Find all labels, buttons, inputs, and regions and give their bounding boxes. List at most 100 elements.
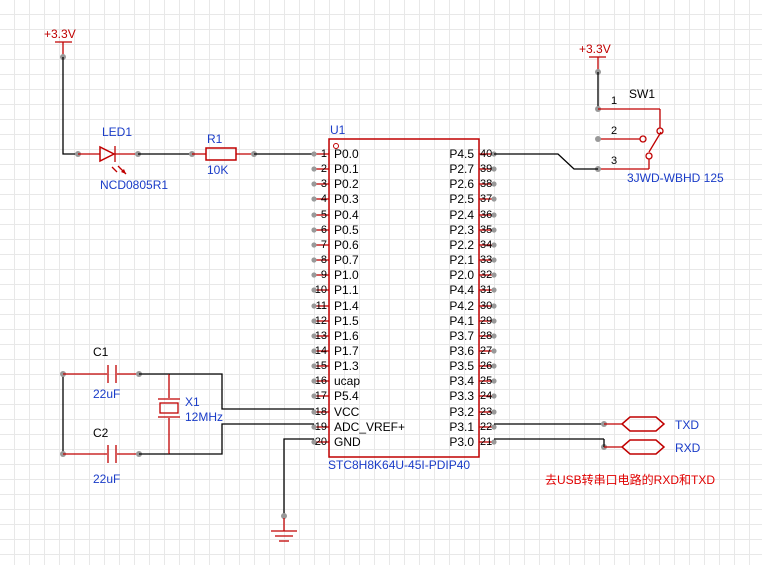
mcu-pin-name: P2.1 xyxy=(449,253,474,267)
mcu-pin-name: P2.2 xyxy=(449,238,474,252)
mcu-pin-number: 25 xyxy=(480,375,492,387)
x1-value: 12MHz xyxy=(185,410,223,424)
mcu-pin-name: P3.5 xyxy=(449,359,474,373)
led-ref: LED1 xyxy=(102,125,132,139)
power-net-right[interactable]: +3.3V xyxy=(579,42,611,70)
mcu-pin-name: P3.7 xyxy=(449,329,474,343)
mcu-pin-name: GND xyxy=(334,435,361,449)
mcu-pin-number: 7 xyxy=(321,239,327,251)
mcu-pin-number: 24 xyxy=(480,390,492,402)
c1-value: 22uF xyxy=(93,387,120,401)
pin-point xyxy=(311,257,317,263)
schematic-canvas: +3.3V LED1 NCD0805R1 R1 10K U1 STC8H8K64… xyxy=(44,27,724,542)
switch-contact-icon xyxy=(645,152,653,160)
wire-vcc-led xyxy=(62,57,78,155)
mcu-pin-name: P4.4 xyxy=(449,283,474,297)
mcu-pin-number: 36 xyxy=(480,209,492,221)
mcu-pin-number: 18 xyxy=(315,406,327,418)
mcu-pin-name: P0.2 xyxy=(334,177,359,191)
mcu-pin-number: 31 xyxy=(480,284,492,296)
mcu-pin-name: P5.4 xyxy=(334,389,359,403)
txd-port[interactable]: TXD xyxy=(604,416,699,432)
mcu-pin-number: 5 xyxy=(321,209,327,221)
mcu-pin-number: 37 xyxy=(480,193,492,205)
mcu-pin-name: P4.2 xyxy=(449,299,474,313)
net-port-icon xyxy=(620,416,666,432)
mcu-pin-number: 10 xyxy=(315,284,327,296)
mcu-pin-name: P1.3 xyxy=(334,359,359,373)
power-net-left[interactable]: +3.3V xyxy=(44,27,76,55)
pin-point xyxy=(311,196,317,202)
x1-component[interactable]: X1 12MHz xyxy=(158,374,223,454)
mcu-pin-name: P3.3 xyxy=(449,389,474,403)
sw1-pin2-num: 2 xyxy=(611,125,617,137)
mcu-pin-name: P0.5 xyxy=(334,223,359,237)
mcu-pin-number: 20 xyxy=(315,436,327,448)
mcu-pin-number: 33 xyxy=(480,254,492,266)
mcu-pin-name: P4.5 xyxy=(449,147,474,161)
led-diode-icon xyxy=(99,145,116,163)
mcu-pin-name: P1.4 xyxy=(334,299,359,313)
mcu-pin-name: P2.3 xyxy=(449,223,474,237)
led-arrow2-icon xyxy=(111,166,118,173)
mcu-pin-number: 26 xyxy=(480,360,492,372)
pin-point xyxy=(311,151,317,157)
led1-component[interactable]: LED1 NCD0805R1 xyxy=(78,125,168,192)
sw1-value: 3JWD-WBHD 125 xyxy=(627,171,724,185)
net-port-icon xyxy=(620,439,666,455)
mcu-pin-number: 3 xyxy=(321,178,327,190)
power-label-left: +3.3V xyxy=(44,27,76,41)
c2-component[interactable]: C2 22uF xyxy=(63,426,139,486)
mcu-pin-number: 6 xyxy=(321,224,327,236)
r1-component[interactable]: R1 10K xyxy=(192,132,254,177)
mcu-pin-number: 28 xyxy=(480,330,492,342)
mcu-pin-number: 30 xyxy=(480,300,492,312)
r1-ref: R1 xyxy=(207,132,223,146)
mcu-pin-name: P1.7 xyxy=(334,344,359,358)
mcu-pin-group: 1 P0.0 2 P0.1 3 P0.2 4 P0.3 5 P0.4 6 P0.5 7 P0.6 8 P0.7… xyxy=(311,147,497,449)
mcu-pin-name: P0.1 xyxy=(334,162,359,176)
mcu-pin-name: P3.2 xyxy=(449,405,474,419)
mcu-pin-name: P4.1 xyxy=(449,314,474,328)
rxd-port[interactable]: RXD xyxy=(604,439,701,455)
mcu-pin-name: P2.4 xyxy=(449,208,474,222)
note-text: 去USB转串口电路的RXD和TXD xyxy=(545,472,715,487)
mcu-pin-name: P0.6 xyxy=(334,238,359,252)
mcu-pin-number: 2 xyxy=(321,163,327,175)
mcu-pin-name: P0.4 xyxy=(334,208,359,222)
rxd-label: RXD xyxy=(675,441,701,455)
mcu-pin-number: 40 xyxy=(480,148,492,160)
mcu-pin-name: P3.0 xyxy=(449,435,474,449)
mcu-pin-number: 17 xyxy=(315,390,327,402)
wire-gnd xyxy=(283,438,314,514)
mcu-pin-name: P0.0 xyxy=(334,147,359,161)
mcu-pin-name: P2.6 xyxy=(449,177,474,191)
c1-ref: C1 xyxy=(93,345,109,359)
mcu-pin-name: ucap xyxy=(334,374,360,388)
mcu-u1[interactable]: U1 STC8H8K64U-45I-PDIP40 1 P0.0 2 P0.1 3 P0.2… xyxy=(311,123,497,472)
mcu-part: STC8H8K64U-45I-PDIP40 xyxy=(328,458,470,472)
mcu-pin-number: 38 xyxy=(480,178,492,190)
mcu-pin-name: P1.0 xyxy=(334,268,359,282)
mcu-pin-number: 9 xyxy=(321,269,327,281)
sw1-pin3-num: 3 xyxy=(611,155,617,167)
pin-point xyxy=(311,166,317,172)
mcu-pin-number: 29 xyxy=(480,315,492,327)
led-value: NCD0805R1 xyxy=(100,178,168,192)
c1-component[interactable]: C1 22uF xyxy=(63,345,139,401)
r1-value: 10K xyxy=(207,163,228,177)
mcu-pin-name: P3.6 xyxy=(449,344,474,358)
mcu-pin-name: P3.4 xyxy=(449,374,474,388)
sw1-component[interactable]: 1 2 3 SW1 3JWD-WBHD 125 xyxy=(598,87,724,185)
mcu-pin-number: 27 xyxy=(480,345,492,357)
switch-contact-icon xyxy=(639,135,647,143)
mcu-pin-number: 34 xyxy=(480,239,492,251)
power-label-right: +3.3V xyxy=(579,42,611,56)
mcu-pin-name: P0.7 xyxy=(334,253,359,267)
mcu-pin-number: 1 xyxy=(321,148,327,160)
mcu-pin-number: 15 xyxy=(315,360,327,372)
mcu-pin-name: P1.6 xyxy=(334,329,359,343)
crystal-icon xyxy=(159,402,179,414)
x1-ref: X1 xyxy=(185,395,200,409)
mcu-pin-number: 11 xyxy=(316,300,327,312)
